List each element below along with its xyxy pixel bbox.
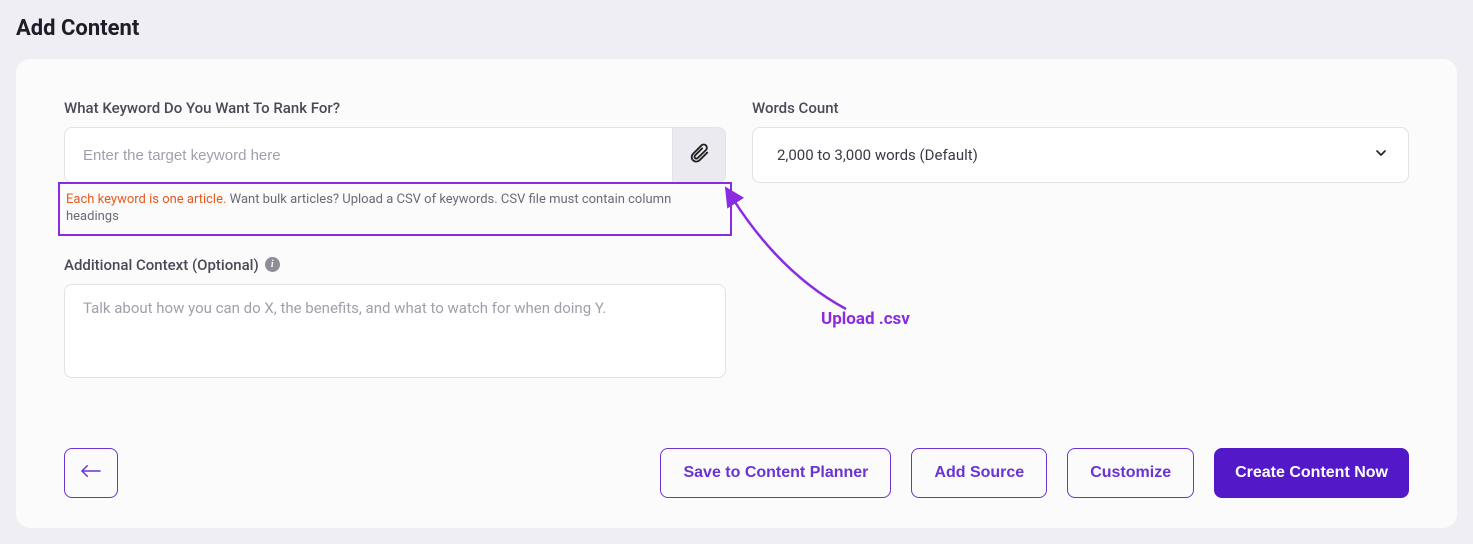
- save-to-planner-button[interactable]: Save to Content Planner: [660, 448, 891, 498]
- keyword-input[interactable]: [64, 127, 672, 183]
- info-icon: i: [265, 257, 280, 272]
- context-label-row: Additional Context (Optional) i: [64, 256, 726, 274]
- words-count-label: Words Count: [752, 99, 1409, 117]
- keyword-helper-orange: Each keyword is one article.: [66, 192, 226, 207]
- paperclip-icon: [688, 142, 710, 168]
- create-content-now-button[interactable]: Create Content Now: [1214, 448, 1409, 498]
- content-card: What Keyword Do You Want To Rank For? Ea…: [16, 59, 1457, 528]
- page-title: Add Content: [16, 16, 1457, 41]
- upload-csv-button[interactable]: [672, 127, 726, 183]
- customize-button[interactable]: Customize: [1067, 448, 1194, 498]
- add-source-button[interactable]: Add Source: [911, 448, 1047, 498]
- keyword-input-group: [64, 127, 726, 183]
- keyword-label: What Keyword Do You Want To Rank For?: [64, 99, 726, 117]
- words-count-value: 2,000 to 3,000 words (Default): [777, 146, 978, 164]
- arrow-left-icon: [79, 462, 103, 483]
- context-label: Additional Context (Optional): [64, 256, 259, 274]
- keyword-helper-box: Each keyword is one article. Want bulk a…: [58, 182, 732, 236]
- context-textarea[interactable]: [64, 284, 726, 378]
- back-button[interactable]: [64, 448, 118, 498]
- words-count-select[interactable]: 2,000 to 3,000 words (Default): [752, 127, 1409, 183]
